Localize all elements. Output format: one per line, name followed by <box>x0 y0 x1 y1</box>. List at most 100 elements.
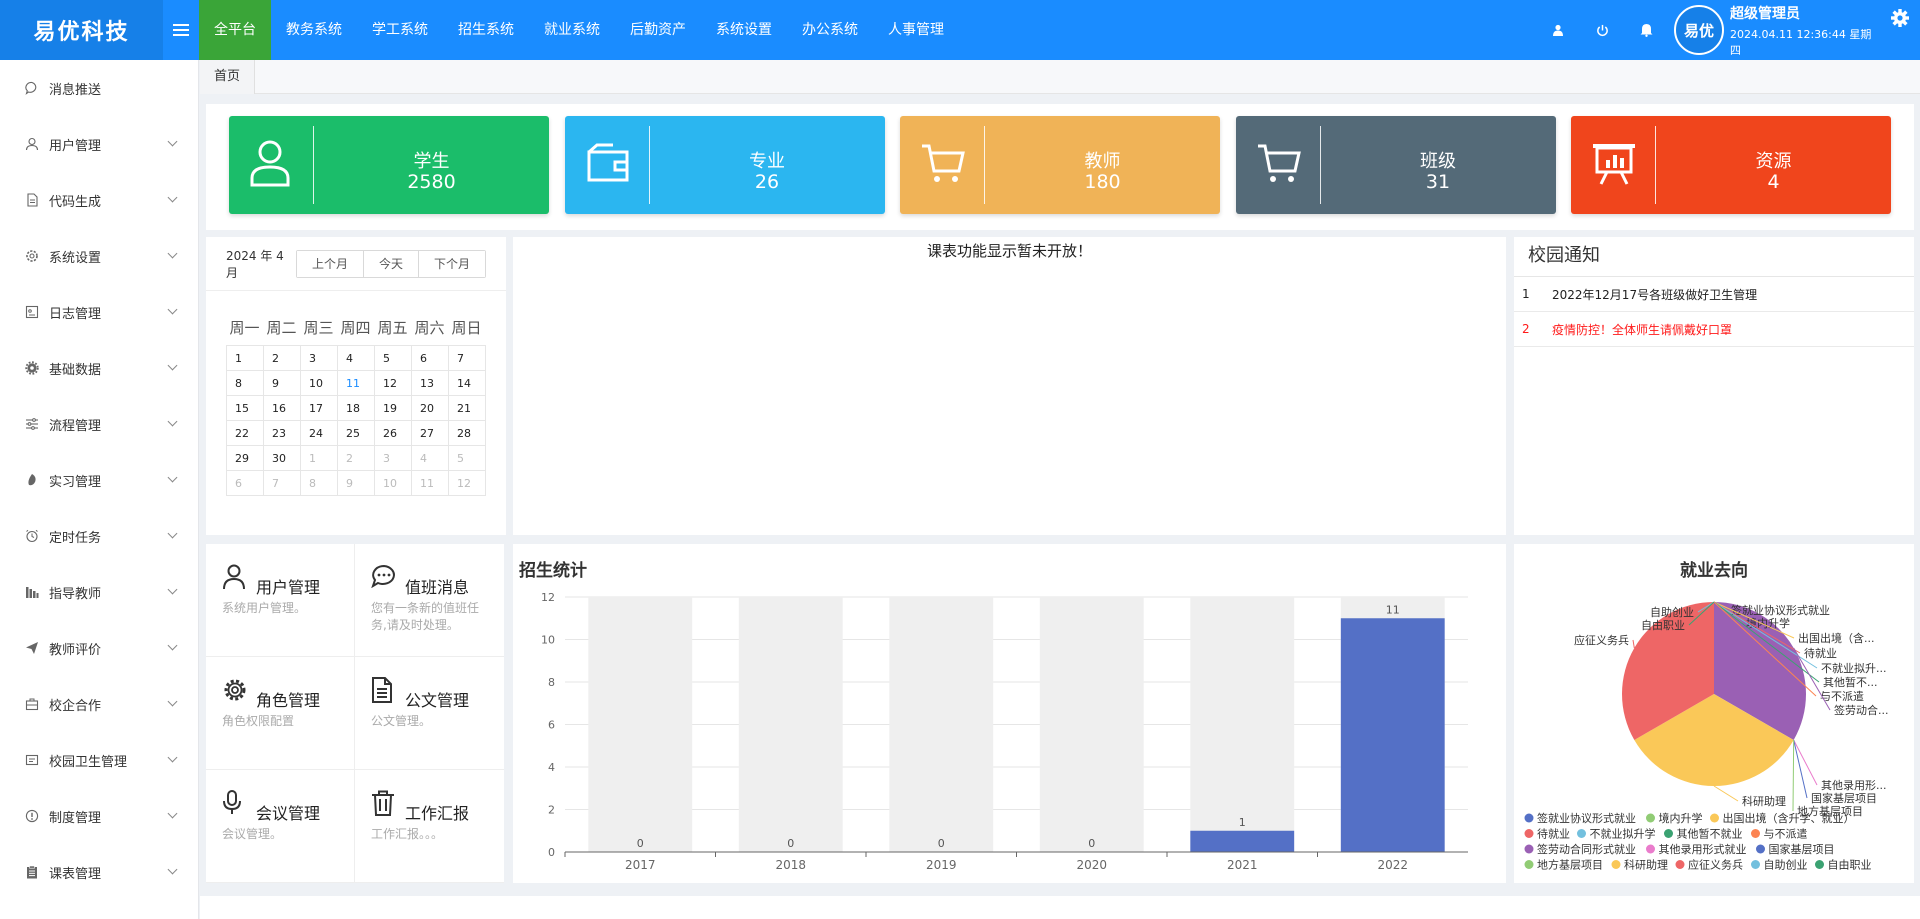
y-tick-label: 6 <box>548 719 555 732</box>
calendar-day[interactable]: 27 <box>411 420 449 446</box>
menu-toggle-icon[interactable] <box>163 0 199 60</box>
avatar[interactable]: 易优 <box>1674 5 1724 55</box>
pie-callout-label: 境内升学 <box>1746 616 1790 630</box>
calendar-day[interactable]: 3 <box>300 345 338 371</box>
calendar-day[interactable]: 17 <box>300 395 338 421</box>
quick-item[interactable]: 角色管理 角色权限配置 <box>206 657 355 770</box>
calendar-day[interactable]: 11 <box>337 370 375 396</box>
sidebar-item[interactable]: 用户管理 <box>0 116 198 172</box>
stat-card[interactable]: 班级 31 <box>1235 116 1556 214</box>
sidebar-item[interactable]: 系统设置 <box>0 228 198 284</box>
calendar-day[interactable]: 19 <box>374 395 412 421</box>
calendar-day[interactable]: 6 <box>411 345 449 371</box>
stat-card[interactable]: 学生 2580 <box>229 116 549 214</box>
top-nav-item[interactable]: 招生系统 <box>443 0 529 60</box>
stat-card[interactable]: 专业 26 <box>564 116 885 214</box>
notice-item[interactable]: 2 疫情防控！全体师生请佩戴好口罩 <box>1514 312 1914 347</box>
calendar-day[interactable]: 2 <box>263 345 301 371</box>
calendar-day[interactable]: 18 <box>337 395 375 421</box>
top-nav-item[interactable]: 学工系统 <box>357 0 443 60</box>
top-nav-item[interactable]: 全平台 <box>199 0 271 60</box>
top-nav-item[interactable]: 后勤资产 <box>615 0 701 60</box>
calendar-day[interactable]: 1 <box>300 445 338 471</box>
calendar-day[interactable]: 12 <box>374 370 412 396</box>
calendar-day[interactable]: 6 <box>226 470 264 496</box>
sidebar-item[interactable]: 指导教师 <box>0 564 198 620</box>
sidebar-item[interactable]: 校企合作 <box>0 676 198 732</box>
calendar-day[interactable]: 12 <box>448 470 486 496</box>
bell-icon[interactable] <box>1624 0 1668 60</box>
sidebar-item[interactable]: 校园卫生管理 <box>0 732 198 788</box>
user-icon[interactable] <box>1536 0 1580 60</box>
sidebar-item[interactable]: 代码生成 <box>0 172 198 228</box>
calendar-day[interactable]: 8 <box>226 370 264 396</box>
stat-card[interactable]: 资源 4 <box>1571 116 1891 214</box>
notice-text[interactable]: 疫情防控！全体师生请佩戴好口罩 <box>1552 321 1732 338</box>
top-nav-item[interactable]: 就业系统 <box>529 0 615 60</box>
sidebar-item[interactable]: 基础数据 <box>0 340 198 396</box>
sidebar-item[interactable]: 定时任务 <box>0 508 198 564</box>
calendar-day[interactable]: 5 <box>374 345 412 371</box>
top-nav-item[interactable]: 人事管理 <box>873 0 959 60</box>
prev-month-button[interactable]: 上个月 <box>297 250 365 277</box>
calendar-day[interactable]: 4 <box>337 345 375 371</box>
quick-item-title: 工作汇报 <box>405 804 470 823</box>
sidebar-item[interactable]: 日志管理 <box>0 284 198 340</box>
quick-item[interactable]: 用户管理 系统用户管理。 <box>206 544 355 657</box>
top-nav-item[interactable]: 办公系统 <box>787 0 873 60</box>
notice-text[interactable]: 2022年12月17号各班级做好卫生管理 <box>1552 286 1757 303</box>
power-icon[interactable] <box>1580 0 1624 60</box>
sidebar-item-label: 课表管理 <box>49 866 102 882</box>
calendar-day[interactable]: 4 <box>411 445 449 471</box>
top-nav-item[interactable]: 系统设置 <box>701 0 787 60</box>
calendar-day[interactable]: 11 <box>411 470 449 496</box>
sidebar-item-label: 用户管理 <box>49 138 102 154</box>
quick-item[interactable]: 工作汇报 工作汇报。。。 <box>355 770 504 883</box>
stat-card[interactable]: 教师 180 <box>900 116 1220 214</box>
gear-icon[interactable] <box>1880 0 1920 60</box>
sidebar-item[interactable]: 实习管理 <box>0 452 198 508</box>
today-button[interactable]: 今天 <box>364 250 420 277</box>
calendar-day[interactable]: 10 <box>300 370 338 396</box>
calendar-day[interactable]: 9 <box>337 470 375 496</box>
calendar-day[interactable]: 3 <box>374 445 412 471</box>
calendar-day[interactable]: 22 <box>226 420 264 446</box>
quick-item[interactable]: 公文管理 公文管理。 <box>355 657 504 770</box>
calendar-day[interactable]: 16 <box>263 395 301 421</box>
calendar-day[interactable]: 26 <box>374 420 412 446</box>
calendar-day[interactable]: 13 <box>411 370 449 396</box>
calendar-day[interactable]: 23 <box>263 420 301 446</box>
legend-label: 国家基层项目 <box>1769 842 1835 856</box>
sidebar-item[interactable]: 课表管理 <box>0 844 198 900</box>
notice-item[interactable]: 1 2022年12月17号各班级做好卫生管理 <box>1514 277 1914 312</box>
next-month-button[interactable]: 下个月 <box>419 250 486 277</box>
calendar-day[interactable]: 24 <box>300 420 338 446</box>
calendar-day[interactable]: 29 <box>226 445 264 471</box>
tab-home[interactable]: 首页 <box>200 60 256 94</box>
calendar-day[interactable]: 1 <box>226 345 264 371</box>
sidebar-item[interactable]: 消息推送 <box>0 60 198 116</box>
weekday-label: 周六 <box>414 319 445 337</box>
top-nav-item[interactable]: 教务系统 <box>271 0 357 60</box>
sidebar-item[interactable]: 流程管理 <box>0 396 198 452</box>
calendar-day[interactable]: 30 <box>263 445 301 471</box>
calendar-day[interactable]: 15 <box>226 395 264 421</box>
calendar-day[interactable]: 28 <box>448 420 486 446</box>
sidebar-item[interactable]: 教师评价 <box>0 620 198 676</box>
calendar-day[interactable]: 25 <box>337 420 375 446</box>
calendar-day[interactable]: 8 <box>300 470 338 496</box>
calendar-day[interactable]: 7 <box>448 345 486 371</box>
quick-item[interactable]: 会议管理 会议管理。 <box>206 770 355 883</box>
calendar-day[interactable]: 7 <box>263 470 301 496</box>
quick-access-card: 用户管理 系统用户管理。 值班消息 您有一条新的值班任务,请及时处理。 角色管理 角色权限… <box>206 544 504 883</box>
calendar-day[interactable]: 9 <box>263 370 301 396</box>
logo: 易优科技 <box>0 0 163 60</box>
quick-item[interactable]: 值班消息 您有一条新的值班任务,请及时处理。 <box>355 544 504 657</box>
calendar-day[interactable]: 21 <box>448 395 486 421</box>
calendar-day[interactable]: 20 <box>411 395 449 421</box>
calendar-day[interactable]: 14 <box>448 370 486 396</box>
calendar-day[interactable]: 10 <box>374 470 412 496</box>
sidebar-item[interactable]: 制度管理 <box>0 788 198 844</box>
calendar-day[interactable]: 5 <box>448 445 486 471</box>
calendar-day[interactable]: 2 <box>337 445 375 471</box>
